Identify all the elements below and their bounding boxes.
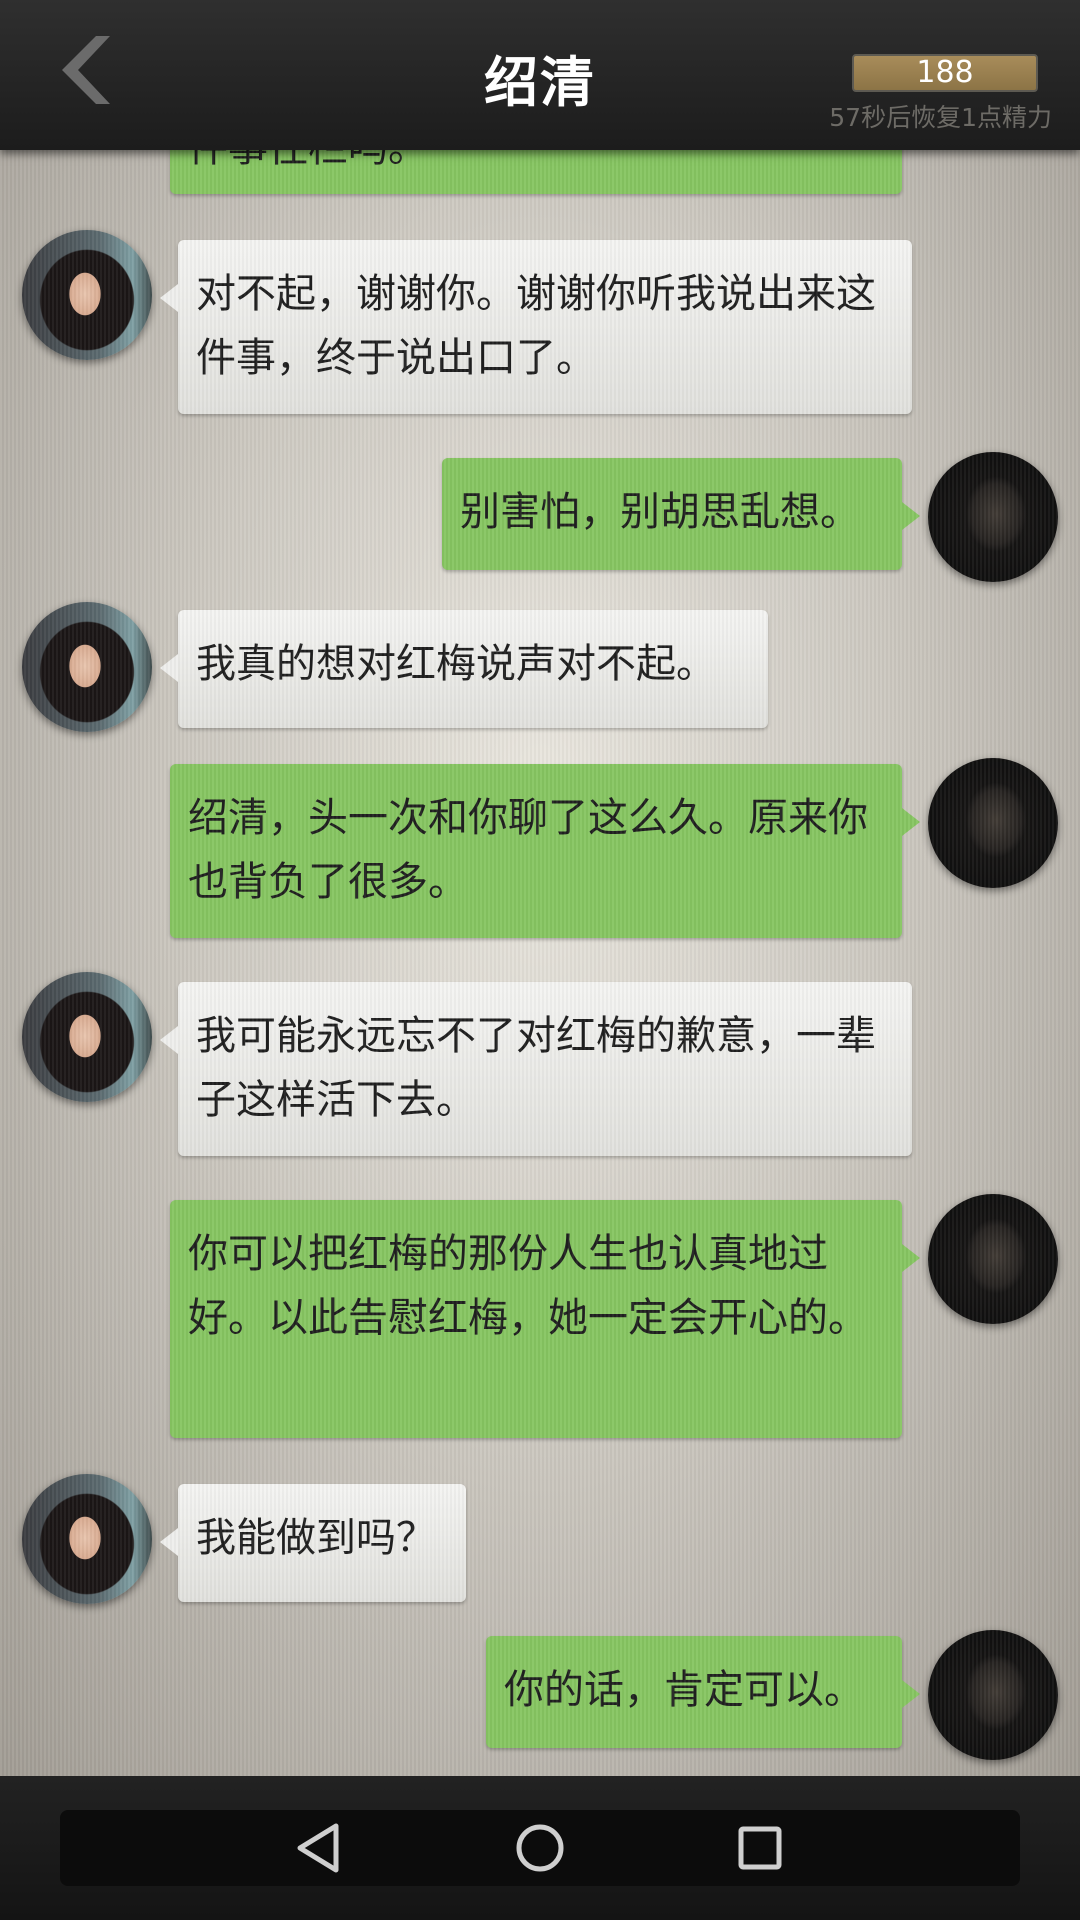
nav-back-button[interactable] bbox=[290, 1816, 350, 1880]
npc-avatar[interactable] bbox=[22, 972, 152, 1102]
chat-bubble-player: 你可以把红梅的那份人生也认真地过好。以此告慰红梅，她一定会开心的。 bbox=[170, 1200, 920, 1438]
player-avatar[interactable] bbox=[928, 758, 1058, 888]
chat-bubble-npc: 我可能永远忘不了对红梅的歉意，一辈子这样活下去。 bbox=[160, 982, 912, 1156]
npc-avatar[interactable] bbox=[22, 602, 152, 732]
chat-bubble-npc: 我能做到吗？ bbox=[160, 1484, 466, 1602]
energy-recovery-note: 57秒后恢复1点精力 bbox=[829, 103, 1052, 132]
nav-recents-button[interactable] bbox=[730, 1816, 790, 1880]
npc-avatar[interactable] bbox=[22, 230, 152, 360]
top-bar: 绍清 188 57秒后恢复1点精力 bbox=[0, 0, 1080, 150]
chat-bubble-player: 别害怕，别胡思乱想。 bbox=[442, 458, 920, 570]
player-avatar[interactable] bbox=[928, 1630, 1058, 1760]
chat-bubble-player: 你的话，肯定可以。 bbox=[486, 1636, 920, 1748]
circle-home-icon bbox=[516, 1824, 564, 1872]
square-recents-icon bbox=[738, 1826, 782, 1870]
message-text: 对不起，谢谢你。谢谢你听我说出来这件事，终于说出口了。 bbox=[196, 271, 876, 381]
message-text: 件事往栏吗。 bbox=[188, 150, 428, 180]
message-text: 你的话，肯定可以。 bbox=[504, 1667, 864, 1713]
energy-bar: 188 bbox=[852, 54, 1038, 92]
chat-bubble-npc: 我真的想对红梅说声对不起。 bbox=[160, 610, 768, 728]
message-text: 我能做到吗？ bbox=[196, 1515, 436, 1561]
triangle-back-icon bbox=[297, 1823, 339, 1873]
chat-bubble-player: 绍清，头一次和你聊了这么久。原来你也背负了很多。 bbox=[170, 764, 920, 938]
chat-bubble-npc: 对不起，谢谢你。谢谢你听我说出来这件事，终于说出口了。 bbox=[160, 240, 912, 414]
player-avatar[interactable] bbox=[928, 1194, 1058, 1324]
nav-home-button[interactable] bbox=[510, 1816, 570, 1880]
system-nav-bar bbox=[0, 1776, 1080, 1920]
message-text: 别害怕，别胡思乱想。 bbox=[460, 489, 860, 535]
message-text: 你可以把红梅的那份人生也认真地过好。以此告慰红梅，她一定会开心的。 bbox=[188, 1231, 868, 1341]
player-avatar[interactable] bbox=[928, 452, 1058, 582]
message-text: 我可能永远忘不了对红梅的歉意，一辈子这样活下去。 bbox=[196, 1013, 876, 1123]
message-text: 我真的想对红梅说声对不起。 bbox=[196, 641, 716, 687]
npc-avatar[interactable] bbox=[22, 1474, 152, 1604]
chat-area[interactable]: 件事往栏吗。 对不起，谢谢你。谢谢你听我说出来这件事，终于说出口了。 别害怕，别… bbox=[0, 150, 1080, 1776]
message-text: 绍清，头一次和你聊了这么久。原来你也背负了很多。 bbox=[188, 795, 868, 905]
chat-bubble-player: 件事往栏吗。 bbox=[170, 150, 902, 194]
